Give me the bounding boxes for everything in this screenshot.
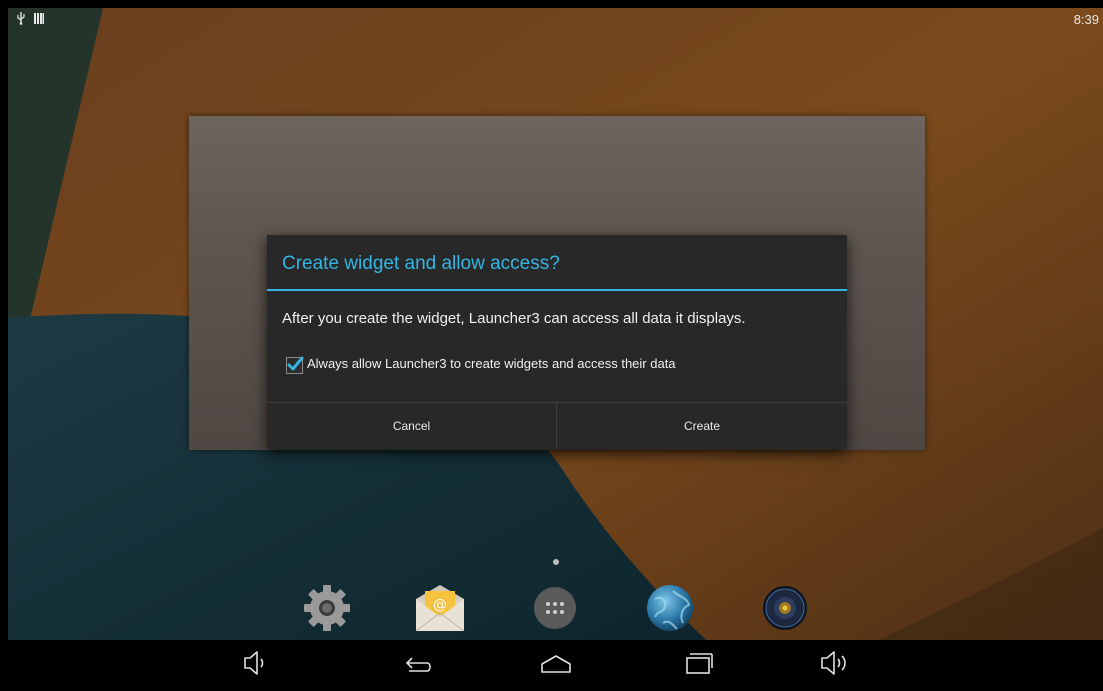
create-widget-dialog: Create widget and allow access? After yo…: [267, 235, 847, 449]
volume-up-icon[interactable]: [816, 646, 856, 680]
status-bar: 8:39: [8, 8, 1103, 32]
status-time: 8:39: [1073, 12, 1099, 27]
page-indicator-dot: [553, 559, 559, 565]
home-screen: 8:39 Create widget and allow access? Aft…: [8, 8, 1103, 691]
settings-icon[interactable]: [300, 581, 354, 635]
signal-bars-icon: [34, 12, 44, 27]
dialog-message: After you create the widget, Launcher3 c…: [282, 310, 746, 327]
always-allow-checkbox[interactable]: [286, 356, 304, 374]
all-apps-icon[interactable]: [528, 581, 582, 635]
create-button[interactable]: Create: [557, 403, 847, 449]
browser-icon[interactable]: [643, 581, 697, 635]
svg-text:@: @: [433, 597, 447, 613]
usb-icon: [16, 11, 26, 28]
music-icon[interactable]: [758, 581, 812, 635]
checkmark-icon: [287, 356, 304, 371]
back-icon[interactable]: [397, 646, 437, 680]
volume-down-icon[interactable]: [237, 646, 277, 680]
dialog-title-divider: [267, 289, 847, 291]
always-allow-label[interactable]: Always allow Launcher3 to create widgets…: [307, 356, 676, 371]
email-icon[interactable]: @: [413, 581, 467, 635]
dialog-title: Create widget and allow access?: [282, 253, 560, 274]
recents-icon[interactable]: [677, 646, 717, 680]
cancel-button[interactable]: Cancel: [267, 403, 556, 449]
home-icon[interactable]: [536, 646, 576, 680]
navigation-bar: [8, 640, 1103, 691]
